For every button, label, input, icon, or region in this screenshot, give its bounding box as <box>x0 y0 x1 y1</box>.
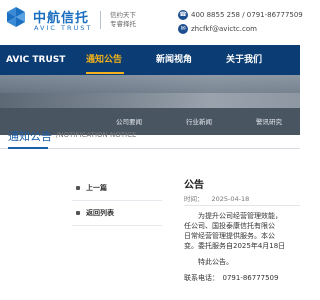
article-date-label: 时间： <box>184 195 204 203</box>
mail-icon: ✉ <box>178 24 188 34</box>
logo-icon[interactable] <box>5 6 27 28</box>
contact-email: ✉ zhcfkf@avictc.com <box>178 24 257 34</box>
article-title: 公告 <box>184 180 204 191</box>
article-body: 为提升公司经营管理效能， 任公司、国投泰康信托有限公 日常经营管理提供服务。本公… <box>184 211 300 283</box>
slogan: 信约天下 专睿择托 <box>110 11 136 29</box>
article-date-value: 2025-04-18 <box>211 195 250 203</box>
slogan-divider <box>100 11 101 29</box>
prev-article-link[interactable]: 上一篇 <box>72 176 162 201</box>
back-to-list-label: 返回列表 <box>86 209 114 217</box>
article-side-menu: 上一篇 返回列表 <box>72 176 162 226</box>
slogan-line-2: 专睿择托 <box>110 20 136 28</box>
section-title: 通知公告 <box>8 130 52 143</box>
article-line: 为提升公司经营管理效能， <box>184 212 282 220</box>
nav-item-notices[interactable]: 通知公告 <box>86 45 122 75</box>
article-line: 特此公告。 <box>184 258 233 266</box>
article-line: 任公司、国投泰康信托有限公 <box>184 222 275 230</box>
back-to-list-link[interactable]: 返回列表 <box>72 201 162 226</box>
nav-active-indicator <box>86 72 124 74</box>
contact-phone: ☎ 400 8855 258 / 0791-86777509 <box>178 10 303 20</box>
slogan-line-1: 信约天下 <box>110 11 136 19</box>
logo-text-en[interactable]: AVIC TRUST <box>34 24 92 32</box>
article-contact-line: 联系电话： 0791-86777509 <box>184 274 279 282</box>
main-nav: AVIC TRUST 通知公告 新闻视角 关于我们 <box>0 45 300 75</box>
page-banner <box>0 75 300 108</box>
site-header: 中航信托 AVIC TRUST 信约天下 专睿择托 ☎ 400 8855 258… <box>0 0 303 45</box>
prev-article-label: 上一篇 <box>86 184 107 192</box>
subnav-item-company-news[interactable]: 公司要闻 <box>116 112 142 132</box>
banner-image <box>0 75 300 93</box>
subnav-item-alerts[interactable]: 警讯研究 <box>256 112 282 132</box>
section-subtitle: /NOTIFICATION NOTICE <box>56 131 137 139</box>
nav-item-home[interactable]: AVIC TRUST <box>6 45 65 75</box>
bullet-icon <box>76 186 80 190</box>
subnav-item-industry-news[interactable]: 行业新闻 <box>186 112 212 132</box>
article-date: 时间： 2025-04-18 <box>184 193 249 203</box>
bullet-icon <box>76 211 80 215</box>
phone-text: 400 8855 258 / 0791-86777509 <box>191 11 303 19</box>
email-link[interactable]: zhcfkf@avictc.com <box>191 25 257 33</box>
nav-item-about[interactable]: 关于我们 <box>226 45 262 75</box>
nav-item-news[interactable]: 新闻视角 <box>156 45 192 75</box>
article-line: 变。委托服务自2025年4月18日 <box>184 242 286 250</box>
phone-icon: ☎ <box>178 10 188 20</box>
article-divider <box>184 205 300 206</box>
article-line: 日常经营管理提供服务。本公 <box>184 232 275 240</box>
section-accent-bar <box>8 147 48 149</box>
